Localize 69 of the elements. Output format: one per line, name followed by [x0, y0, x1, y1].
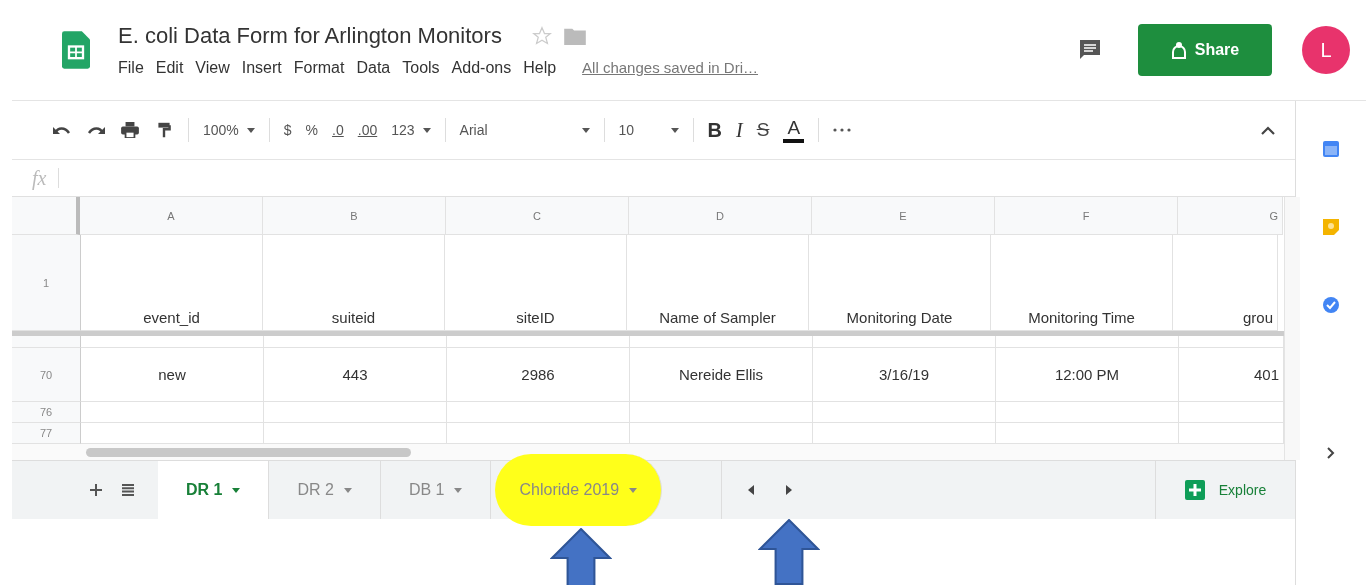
previous-sheet-icon[interactable]: [748, 485, 755, 495]
increase-decimals-button[interactable]: .00: [357, 122, 378, 138]
sheet-list-icon[interactable]: [122, 484, 134, 496]
column-header[interactable]: C: [446, 197, 629, 235]
print-icon[interactable]: [120, 122, 140, 138]
decrease-decimals-button[interactable]: .0: [332, 122, 344, 138]
caret-down-icon: [232, 487, 241, 493]
row-number[interactable]: 77: [12, 423, 81, 444]
caret-down-icon: [670, 127, 679, 133]
person-icon: [1170, 41, 1187, 59]
zoom-dropdown[interactable]: 100%: [203, 122, 255, 138]
strikethrough-button[interactable]: S: [756, 119, 770, 141]
percent-button[interactable]: %: [305, 122, 319, 138]
column-header[interactable]: B: [263, 197, 446, 235]
menu-item[interactable]: Tools: [402, 59, 440, 77]
font-size-dropdown[interactable]: 10: [618, 122, 679, 138]
table-cell: Nereide Ellis: [630, 348, 813, 402]
collapse-caret-icon[interactable]: [1261, 125, 1275, 135]
column-header[interactable]: E: [812, 197, 995, 235]
menu-item[interactable]: File: [118, 59, 144, 77]
row-number[interactable]: 76: [12, 402, 81, 423]
comment-icon[interactable]: [1078, 38, 1102, 62]
caret-down-icon: [343, 487, 352, 493]
menu-item[interactable]: Edit: [155, 59, 184, 77]
star-icon[interactable]: [531, 26, 552, 46]
table-cell: new: [81, 348, 264, 402]
check-circle-icon[interactable]: [1323, 297, 1339, 313]
caret-down-icon: [422, 127, 431, 133]
menu-item[interactable]: Add-ons: [451, 59, 512, 77]
row-number[interactable]: 70: [12, 348, 81, 402]
avatar[interactable]: L: [1302, 26, 1350, 74]
column-header[interactable]: F: [995, 197, 1178, 235]
menu-item[interactable]: View: [195, 59, 230, 77]
corner-cell[interactable]: [12, 197, 80, 235]
column-header[interactable]: G: [1178, 197, 1283, 235]
font-dropdown[interactable]: Arial: [459, 122, 590, 138]
horizontal-scrollbar[interactable]: [86, 447, 411, 457]
document-title[interactable]: E. coli Data Form for Arlington Monitors: [118, 23, 502, 49]
add-sheet-icon[interactable]: [90, 484, 102, 496]
row-number[interactable]: 1: [12, 235, 81, 331]
table-cell: 443: [264, 348, 447, 402]
caret-down-icon: [454, 487, 463, 493]
column-header[interactable]: A: [80, 197, 263, 235]
caret-down-icon: [629, 487, 638, 493]
expand-chevron-icon[interactable]: [1327, 447, 1335, 459]
explore-icon: [1184, 480, 1205, 500]
number-format-dropdown[interactable]: 123: [391, 122, 431, 138]
table-cell: 12:00 PM: [996, 348, 1179, 402]
vertical-scrollbar[interactable]: [1284, 197, 1300, 460]
sheet-tab[interactable]: DR 1: [158, 461, 270, 519]
menu-item[interactable]: Format: [293, 59, 345, 77]
next-sheet-icon[interactable]: [786, 485, 793, 495]
table-cell: 3/16/19: [813, 348, 996, 402]
sheets-logo-icon[interactable]: [62, 31, 90, 69]
caret-down-icon: [246, 127, 255, 133]
menu-item[interactable]: Insert: [241, 59, 282, 77]
column-header[interactable]: D: [629, 197, 812, 235]
share-button[interactable]: Share: [1138, 24, 1272, 76]
menu-item[interactable]: Help: [523, 59, 557, 77]
currency-button[interactable]: $: [283, 122, 292, 138]
caret-down-icon: [581, 127, 590, 133]
formula-label: fx: [12, 168, 60, 188]
bold-button[interactable]: B: [707, 118, 723, 142]
table-cell: 2986: [447, 348, 630, 402]
italic-button[interactable]: I: [736, 118, 743, 142]
more-icon[interactable]: [833, 128, 852, 132]
menu-item[interactable]: Data: [356, 59, 391, 77]
text-color-button[interactable]: A: [783, 117, 805, 143]
save-status-link[interactable]: All changes saved in Dri…: [582, 59, 758, 76]
